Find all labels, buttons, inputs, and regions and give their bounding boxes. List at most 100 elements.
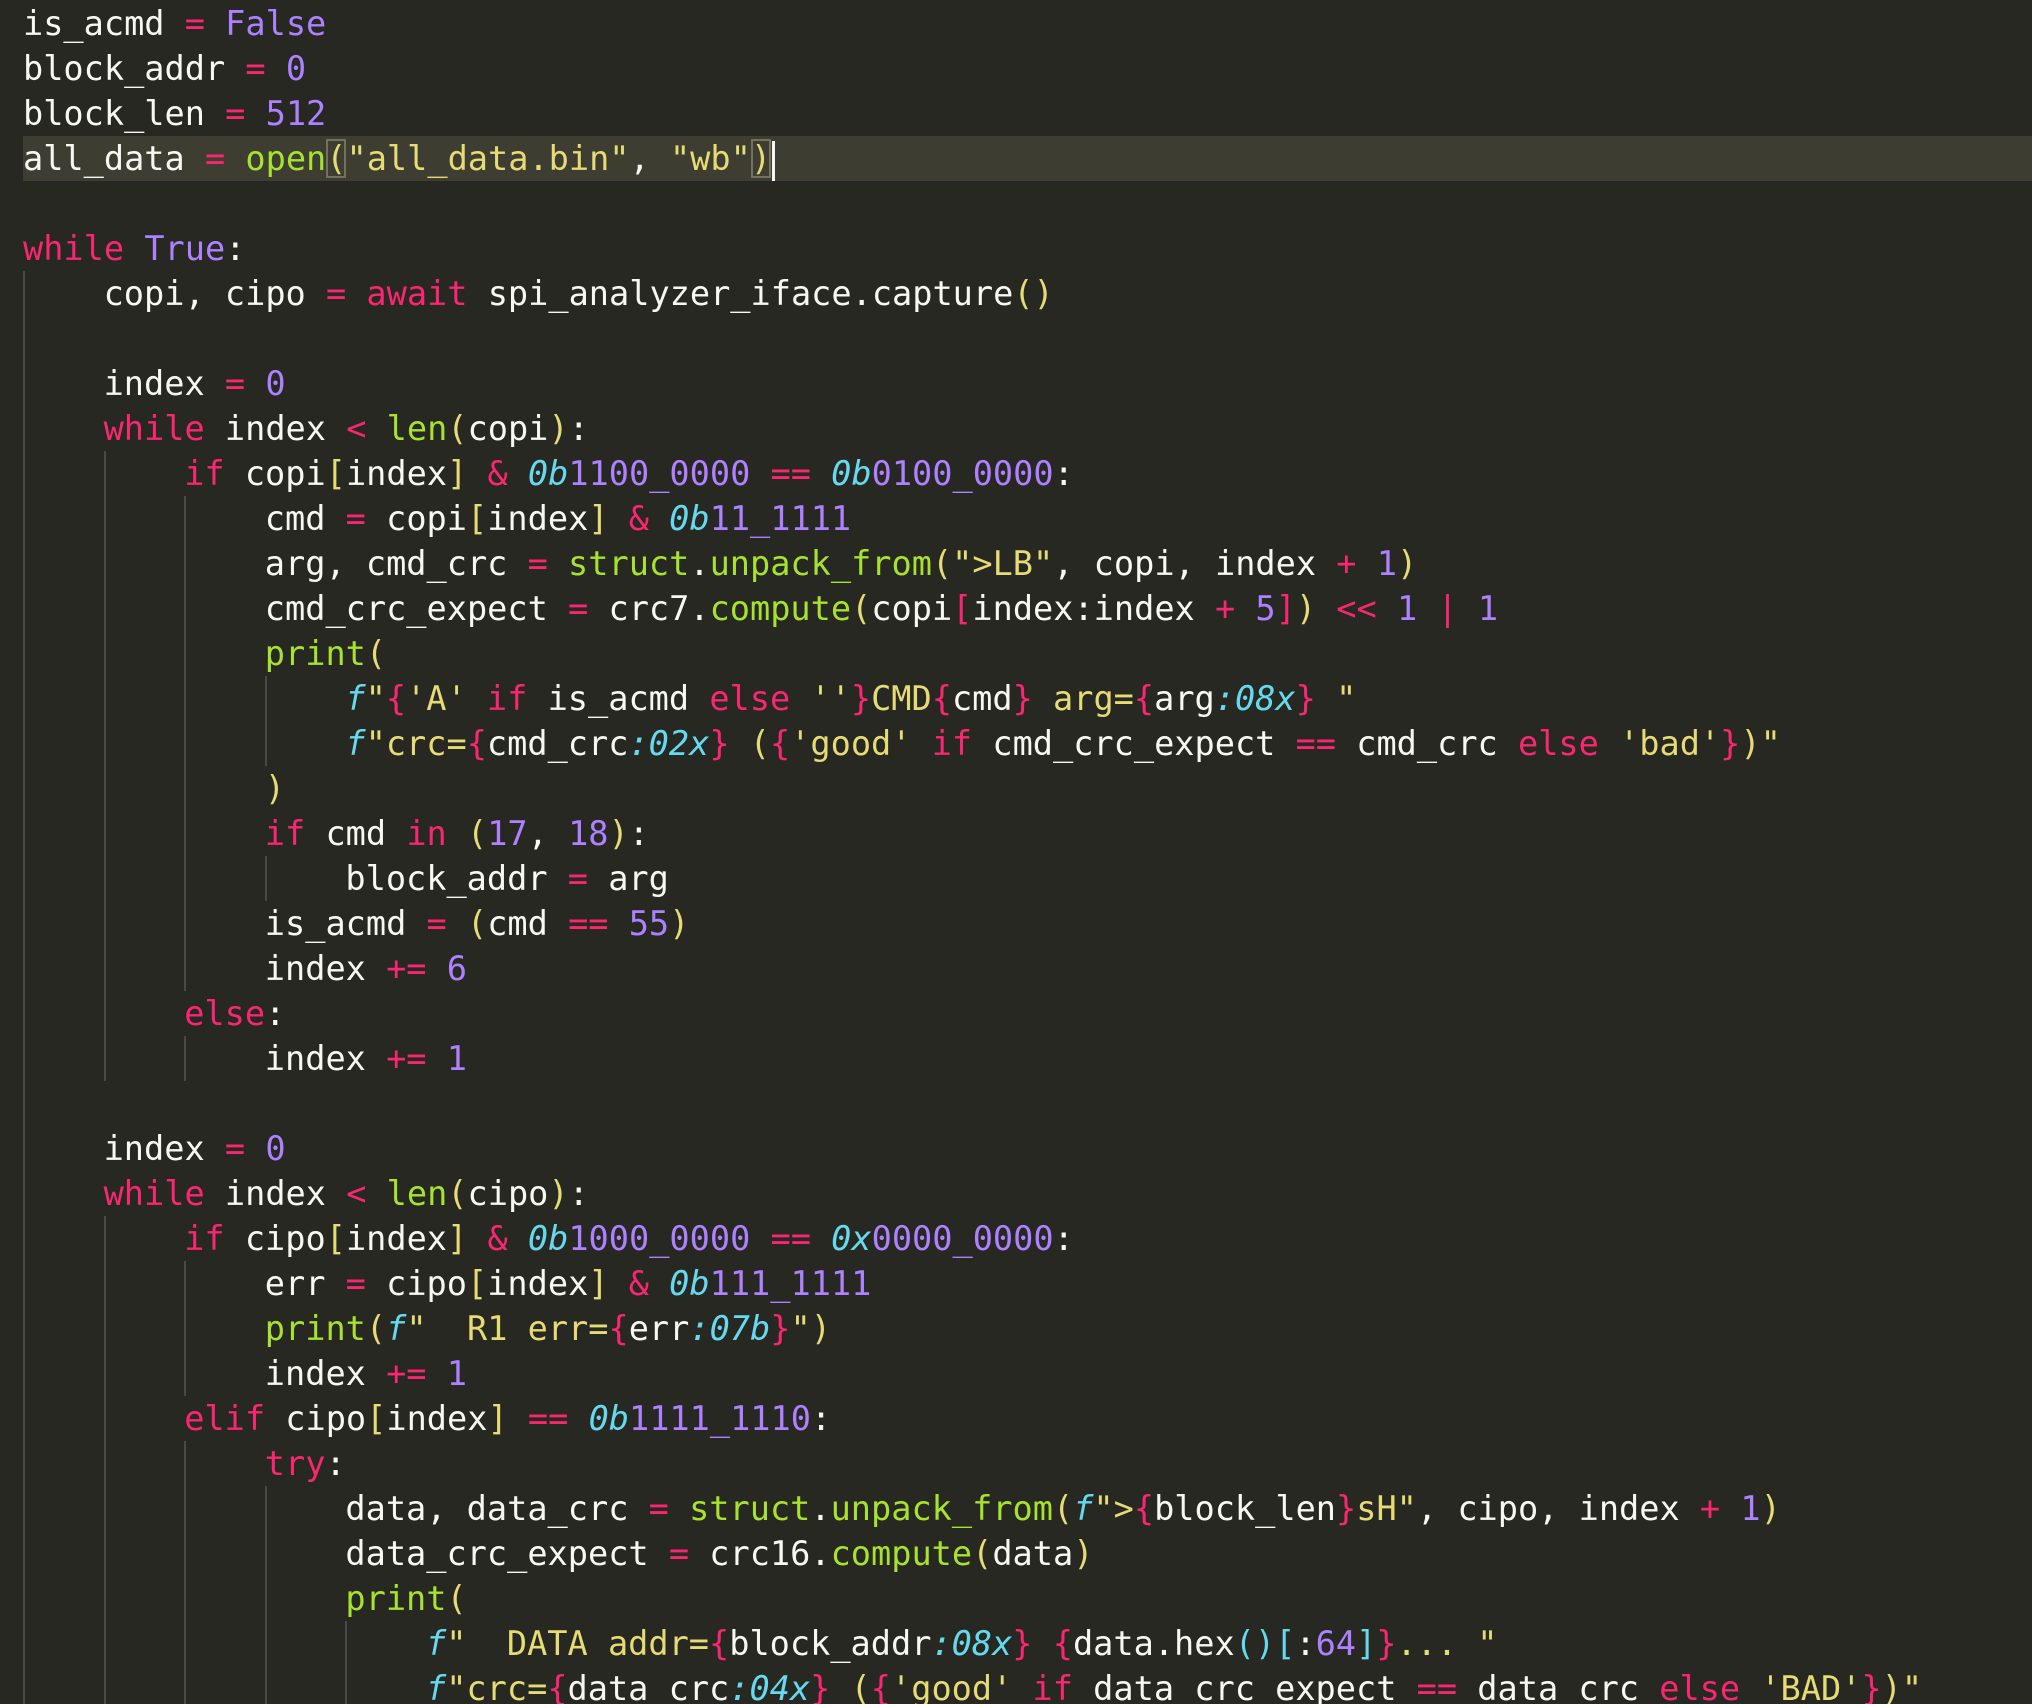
code-token: [: [466, 499, 488, 538]
code-token: if: [184, 454, 225, 493]
code-token: ): [1396, 544, 1418, 583]
code-token: data, data_crc: [345, 1489, 649, 1528]
code-token: while: [103, 409, 205, 448]
code-token: {: [466, 724, 487, 763]
code-text: ): [265, 766, 285, 811]
code-token: False: [225, 4, 327, 43]
code-token: =: [426, 904, 447, 943]
code-token: 0b: [588, 1399, 629, 1438]
code-token: ): [750, 139, 772, 178]
code-token: ">LB": [952, 544, 1054, 583]
code-token: 11_1111: [709, 499, 852, 538]
code-token: crc7.: [588, 589, 710, 628]
code-token: (: [1052, 1489, 1074, 1528]
code-token: }: [1376, 1624, 1397, 1663]
code-token: [: [466, 1264, 488, 1303]
code-token: block_addr: [729, 1624, 932, 1663]
code-token: crc16.: [689, 1534, 831, 1573]
code-token: index: [204, 409, 347, 448]
code-token: 17: [487, 814, 528, 853]
code-token: arg: [587, 859, 669, 898]
code-token: index: [345, 454, 448, 493]
code-token: arg: [1154, 679, 1215, 718]
code-token: ": [1315, 679, 1357, 718]
code-token: arg=: [1032, 679, 1134, 718]
code-token: data_crc_expect: [1072, 1669, 1417, 1704]
indent-guide: [264, 856, 267, 901]
code-token: index: [487, 1264, 589, 1303]
code-token: cipo: [224, 1219, 326, 1258]
code-token: }: [1012, 679, 1033, 718]
code-token: {: [1052, 1624, 1073, 1663]
code-text: arg, cmd_crc = struct.unpack_from(">LB",…: [265, 541, 1417, 586]
code-text: while index < len(cipo):: [104, 1171, 589, 1216]
indent-guide: [264, 676, 267, 766]
code-text: if copi[index] & 0b1100_0000 == 0b0100_0…: [184, 451, 1074, 496]
code-text: if cmd in (17, 18):: [265, 811, 649, 856]
code-token: print: [345, 1579, 447, 1618]
code-text: index += 1: [265, 1036, 467, 1081]
code-token: cmd: [264, 499, 346, 538]
code-text: cmd_crc_expect = crc7.compute(copi[index…: [265, 586, 1498, 631]
code-token: "wb": [669, 139, 751, 178]
code-line-current[interactable]: all_data = open("all_data.bin", "wb"): [23, 136, 2032, 181]
code-text: f"crc={data_crc:04x} ({'good' if data_cr…: [426, 1666, 1922, 1704]
code-token: " R1 err=: [406, 1309, 609, 1348]
code-token: }: [1720, 724, 1741, 763]
code-token: 5: [1255, 589, 1276, 628]
code-token: }: [1012, 1624, 1033, 1663]
code-token: {: [870, 1669, 892, 1704]
code-token: cmd_crc: [486, 724, 629, 763]
code-token: &: [628, 499, 649, 538]
code-token: =: [648, 1489, 669, 1528]
code-editor[interactable]: is_acmd = False block_addr = 0 block_len =…: [0, 0, 2032, 1704]
code-token: True: [144, 229, 226, 268]
text-caret: [772, 140, 776, 181]
code-token: f: [426, 1624, 447, 1663]
indent-guide: [103, 451, 106, 1081]
code-token: {: [769, 724, 791, 763]
indent-guide: [184, 496, 187, 991]
code-token: 0b: [669, 499, 710, 538]
code-text: while index < len(copi):: [104, 406, 589, 451]
code-text: f"crc={cmd_crc:02x} ({'good' if cmd_crc_…: [345, 721, 1780, 766]
code-token: (: [365, 1309, 387, 1348]
code-token: 0: [265, 364, 286, 403]
code-token: (): [1013, 274, 1054, 313]
code-token: CMD: [871, 679, 932, 718]
code-text: index += 6: [265, 946, 467, 991]
code-token: =: [668, 1534, 690, 1573]
code-token: 'good': [891, 1669, 1013, 1704]
code-token: f: [426, 1669, 447, 1704]
code-token: (: [851, 589, 872, 628]
code-token: cipo: [467, 1174, 549, 1213]
code-token: +=: [386, 1354, 427, 1393]
code-token: (: [466, 814, 488, 853]
code-text: index = 0: [104, 1126, 286, 1171]
code-token: 0000_0000: [871, 1219, 1054, 1258]
code-token: is_acmd: [527, 679, 710, 718]
code-token: index: [345, 1219, 448, 1258]
code-text: f" DATA addr={block_addr:08x} {data.hex(…: [426, 1621, 1498, 1666]
code-token: =: [204, 139, 226, 178]
code-token: ): [548, 1174, 569, 1213]
indent-guide: [184, 1036, 187, 1081]
code-token: ,: [527, 814, 569, 853]
code-token: , cipo, index: [1416, 1489, 1700, 1528]
code-token: if: [1032, 1669, 1073, 1704]
code-token: 0b: [669, 1264, 710, 1303]
code-token: 0b: [831, 454, 872, 493]
